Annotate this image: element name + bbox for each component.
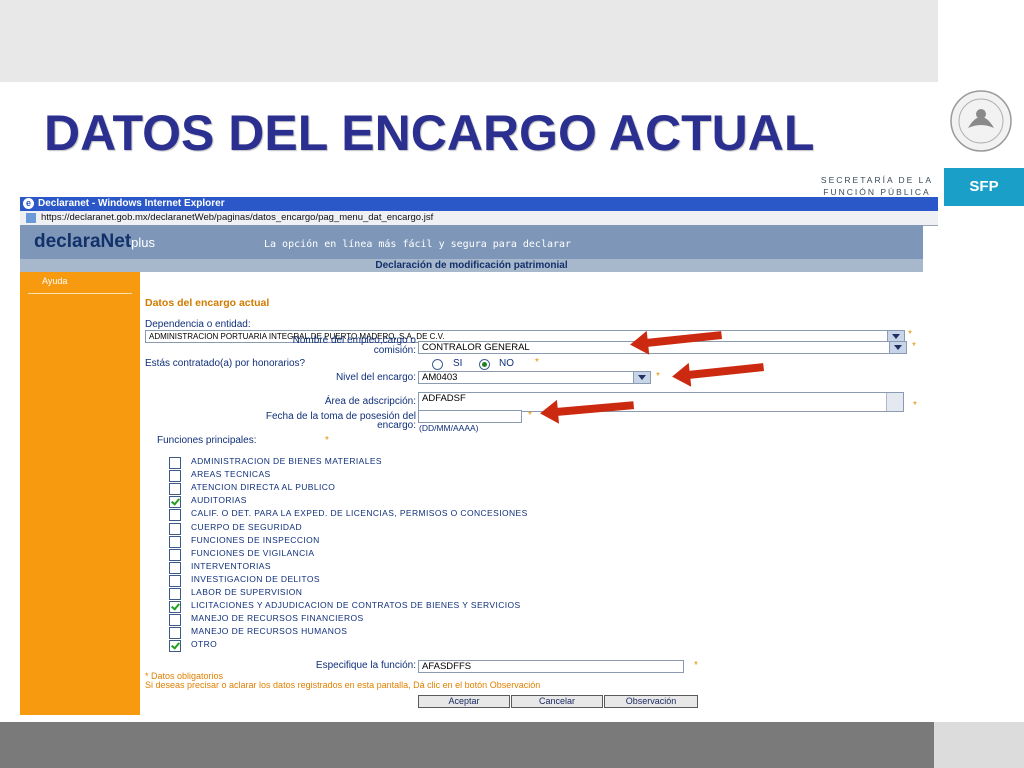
funciones-label: Funciones principales: bbox=[157, 435, 257, 446]
fecha-hint: (DD/MM/AAAA) bbox=[419, 423, 479, 433]
sidebar-divider bbox=[28, 293, 132, 294]
bottom-band bbox=[0, 722, 934, 768]
area-value: ADFADSF bbox=[422, 393, 466, 404]
nivel-value: AM0403 bbox=[422, 372, 458, 383]
observacion-button[interactable]: Observación bbox=[604, 695, 698, 708]
required-mark: * bbox=[912, 341, 916, 352]
declaration-subheader: Declaración de modificación patrimonial bbox=[20, 259, 923, 272]
function-label: LABOR DE SUPERVISION bbox=[191, 587, 303, 597]
honorarios-label: Estás contratado(a) por honorarios? bbox=[145, 358, 306, 369]
especifique-label: Especifique la función: bbox=[315, 660, 416, 671]
top-band bbox=[0, 0, 938, 82]
dropdown-arrow-icon[interactable] bbox=[889, 342, 906, 353]
bottom-right-band bbox=[934, 722, 1024, 768]
area-label: Área de adscripción: bbox=[324, 396, 416, 407]
function-checkbox[interactable] bbox=[169, 627, 181, 640]
page-favicon-icon bbox=[26, 213, 36, 223]
function-label: CALIF. O DET. PARA LA EXPED. DE LICENCIA… bbox=[191, 508, 528, 519]
function-label: MANEJO DE RECURSOS HUMANOS bbox=[191, 626, 348, 637]
function-label: INTERVENTORIAS bbox=[191, 560, 271, 571]
required-mark: * bbox=[908, 329, 912, 340]
sfp-badge: SFP bbox=[944, 168, 1024, 206]
function-label: MANEJO DE RECURSOS FINANCIEROS bbox=[191, 613, 364, 624]
nivel-label: Nivel del encargo: bbox=[335, 372, 416, 383]
nombre-label-2: comisión: bbox=[373, 345, 416, 356]
function-checkbox[interactable] bbox=[169, 509, 181, 522]
page-content: declaraNetplus La opción en línea más fá… bbox=[20, 225, 923, 715]
function-checkbox[interactable] bbox=[169, 601, 181, 614]
function-label: AREAS TECNICAS bbox=[191, 469, 271, 480]
required-mark: * bbox=[535, 357, 539, 368]
note-observacion: Si deseas precisar o aclarar los datos r… bbox=[145, 680, 541, 690]
secretaria-text: SECRETARÍA DE LA FUNCIÓN PÚBLICA bbox=[812, 174, 942, 198]
required-mark: * bbox=[694, 660, 698, 671]
function-label: ADMINISTRACION DE BIENES MATERIALES bbox=[191, 456, 382, 466]
radio-si-label: SI bbox=[453, 358, 463, 369]
function-checkbox[interactable] bbox=[169, 614, 181, 627]
function-checkbox[interactable] bbox=[169, 522, 181, 535]
dependencia-label: Dependencia o entidad: bbox=[145, 319, 251, 330]
browser-title-bar: e Declaranet - Windows Internet Explorer bbox=[20, 197, 938, 211]
logo-main: declaraNet bbox=[34, 231, 132, 252]
function-label: INVESTIGACION DE DELITOS bbox=[191, 573, 320, 584]
fecha-label-2: encargo: bbox=[377, 420, 416, 431]
function-label: FUNCIONES DE VIGILANCIA bbox=[191, 547, 315, 558]
app-logo[interactable]: declaraNetplus bbox=[34, 231, 155, 253]
nivel-select[interactable]: AM0403 bbox=[418, 371, 651, 384]
function-label: AUDITORIAS bbox=[191, 495, 247, 506]
radio-no-label: NO bbox=[499, 358, 514, 369]
function-checkbox[interactable] bbox=[169, 561, 181, 574]
function-label: CUERPO DE SEGURIDAD bbox=[191, 521, 303, 532]
address-url[interactable]: https://declaranet.gob.mx/declaranetWeb/… bbox=[41, 212, 433, 223]
textarea-scroll[interactable] bbox=[886, 393, 903, 411]
function-checkbox[interactable] bbox=[169, 535, 181, 548]
function-checkbox[interactable] bbox=[169, 470, 181, 483]
address-bar[interactable]: https://declaranet.gob.mx/declaranetWeb/… bbox=[20, 211, 938, 226]
function-checkbox[interactable] bbox=[169, 457, 181, 469]
app-tagline: La opción en línea más fácil y segura pa… bbox=[264, 239, 572, 250]
function-checkbox[interactable] bbox=[169, 588, 181, 600]
sidebar-item-help[interactable]: Ayuda bbox=[42, 276, 67, 286]
aceptar-button[interactable]: Aceptar bbox=[418, 695, 510, 708]
section-title: Datos del encargo actual bbox=[145, 297, 270, 309]
function-label: FUNCIONES DE INSPECCION bbox=[191, 534, 320, 545]
slide-title: DATOS DEL ENCARGO ACTUAL bbox=[44, 105, 815, 161]
top-right-strip bbox=[938, 0, 1024, 82]
required-mark: * bbox=[913, 400, 917, 411]
function-checkbox[interactable] bbox=[169, 483, 181, 496]
function-checkbox[interactable] bbox=[169, 640, 181, 653]
function-checkbox[interactable] bbox=[169, 574, 181, 587]
required-mark: * bbox=[528, 410, 532, 421]
function-label: OTRO bbox=[191, 639, 218, 650]
cancelar-button[interactable]: Cancelar bbox=[511, 695, 603, 708]
function-checkbox[interactable] bbox=[169, 548, 181, 561]
radio-si[interactable] bbox=[432, 359, 443, 370]
nombre-value: CONTRALOR GENERAL bbox=[422, 342, 530, 353]
fecha-input[interactable] bbox=[418, 410, 522, 423]
function-checkbox[interactable] bbox=[169, 496, 181, 509]
function-label: ATENCION DIRECTA AL PUBLICO bbox=[191, 482, 336, 493]
ie-logo-icon: e bbox=[23, 198, 34, 209]
logo-plus: plus bbox=[131, 235, 156, 250]
radio-no[interactable] bbox=[479, 359, 490, 370]
seal-icon bbox=[950, 90, 1012, 152]
required-mark: * bbox=[325, 435, 329, 446]
required-mark: * bbox=[656, 371, 660, 382]
area-textarea[interactable]: ADFADSF bbox=[418, 392, 904, 412]
app-header: declaraNetplus La opción en línea más fá… bbox=[20, 225, 923, 259]
dropdown-arrow-icon[interactable] bbox=[633, 372, 650, 383]
especifique-input[interactable]: AFASDFFS bbox=[418, 660, 684, 673]
browser-title: Declaranet - Windows Internet Explorer bbox=[38, 198, 225, 209]
sidebar: Ayuda bbox=[20, 272, 140, 715]
secretaria-line-1: SECRETARÍA DE LA bbox=[820, 175, 934, 185]
function-label: LICITACIONES Y ADJUDICACION DE CONTRATOS… bbox=[191, 600, 521, 611]
